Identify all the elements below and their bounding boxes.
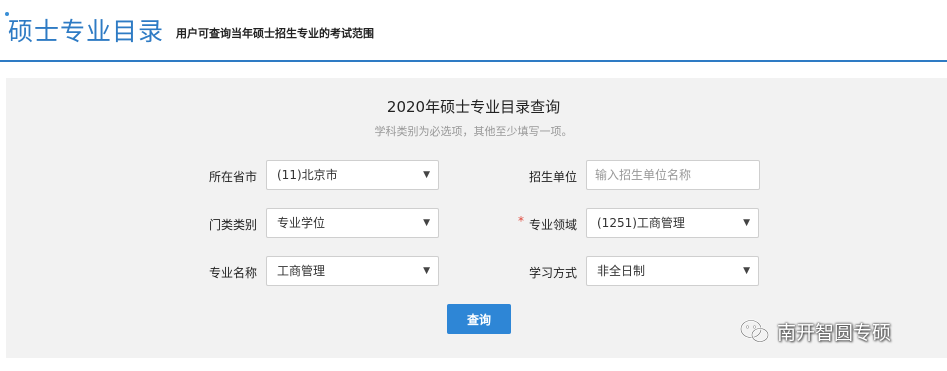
- province-select-value: (11)北京市: [277, 168, 338, 182]
- chevron-down-icon: ▼: [423, 218, 430, 228]
- field-label: 专业领域: [528, 218, 577, 232]
- field-select[interactable]: (1251)工商管理 ▼: [586, 208, 759, 238]
- page-header: 硕士专业目录 用户可查询当年硕士招生专业的考试范围: [0, 0, 947, 62]
- category-select[interactable]: 专业学位 ▼: [266, 208, 439, 238]
- chevron-down-icon: ▼: [743, 266, 750, 276]
- query-button[interactable]: 查询: [447, 304, 511, 334]
- watermark: 南开智圆专硕: [739, 316, 891, 346]
- province-select[interactable]: (11)北京市 ▼: [266, 160, 439, 190]
- category-label: 门类类别: [208, 218, 257, 232]
- major-select-value: 工商管理: [277, 264, 326, 278]
- chevron-down-icon: ▼: [423, 266, 430, 276]
- unit-label: 招生单位: [528, 170, 577, 184]
- page-subtitle: 用户可查询当年硕士招生专业的考试范围: [176, 27, 374, 40]
- wechat-icon: [740, 319, 769, 343]
- major-select[interactable]: 工商管理 ▼: [266, 256, 439, 286]
- province-label: 所在省市: [208, 170, 257, 184]
- field-select-value: (1251)工商管理: [597, 216, 685, 230]
- form-title: 2020年硕士专业目录查询: [386, 98, 561, 116]
- category-select-value: 专业学位: [277, 216, 326, 230]
- chevron-down-icon: ▼: [743, 218, 750, 228]
- form-hint: 学科类别为必选项，其他至少填写一项。: [374, 125, 573, 138]
- page-title: 硕士专业目录: [8, 17, 165, 46]
- mode-label: 学习方式: [528, 266, 577, 280]
- watermark-text: 南开智圆专硕: [777, 321, 892, 344]
- chevron-down-icon: ▼: [423, 170, 430, 180]
- unit-input[interactable]: [586, 160, 760, 190]
- mode-select[interactable]: 非全日制 ▼: [586, 256, 759, 286]
- major-label: 专业名称: [208, 266, 257, 280]
- mode-select-value: 非全日制: [597, 264, 646, 278]
